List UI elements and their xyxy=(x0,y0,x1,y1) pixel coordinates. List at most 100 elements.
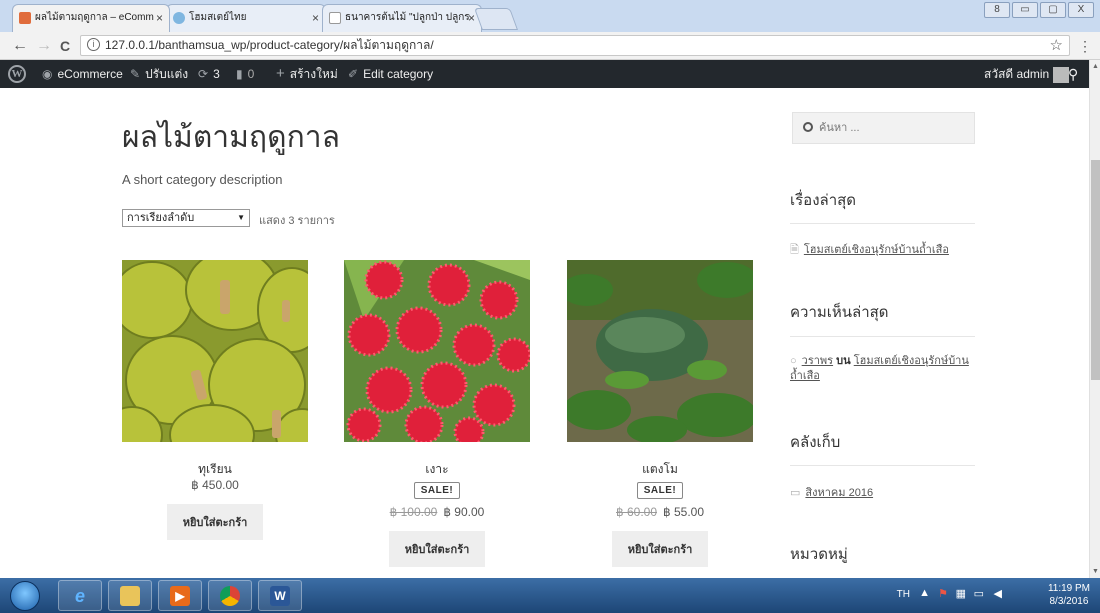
divider xyxy=(790,336,975,337)
admin-greeting: สวัสดี admin xyxy=(984,67,1050,81)
updates-icon: ⟳ xyxy=(198,67,209,81)
scroll-down-icon[interactable]: ▼ xyxy=(1092,568,1099,575)
product-name[interactable]: เงาะ xyxy=(344,460,530,476)
admin-new-link[interactable]: + สร้างใหม่ xyxy=(276,60,338,88)
wordpress-logo-icon[interactable]: W xyxy=(8,65,26,83)
site-info-icon[interactable]: i xyxy=(87,38,100,51)
edit-category-label: Edit category xyxy=(363,67,434,81)
flag-icon[interactable]: ⚑ xyxy=(938,587,948,600)
reload-button[interactable]: C xyxy=(60,36,70,56)
taskbar: e ▶ W TH ▲ ⚑ ▦ ▭ ◀ 11:19 PM 8/3/2016 xyxy=(0,578,1100,613)
back-button[interactable]: ← xyxy=(12,36,28,56)
taskbar-explorer[interactable] xyxy=(108,580,152,611)
archive-link[interactable]: สิงหาคม 2016 xyxy=(805,487,873,499)
regular-price: ฿ 60.00 xyxy=(616,505,657,519)
language-indicator[interactable]: TH xyxy=(897,589,910,600)
bookmark-star-icon[interactable]: ☆ xyxy=(1050,36,1063,55)
page-content: ผลไม้ตามฤดูกาล A short category descript… xyxy=(0,88,1089,578)
close-tab-icon[interactable]: × xyxy=(156,5,163,31)
updates-count: 3 xyxy=(213,67,220,81)
admin-comments-link[interactable]: ▮ 0 xyxy=(236,60,254,88)
product-name[interactable]: แตงโม xyxy=(567,460,753,476)
search-icon xyxy=(803,122,813,132)
taskbar-ie[interactable]: e xyxy=(58,580,102,611)
taskbar-word[interactable]: W xyxy=(258,580,302,611)
rambutan-image[interactable] xyxy=(344,260,530,442)
scrollbar-thumb[interactable] xyxy=(1091,160,1100,380)
user-profile-button[interactable]: 8 xyxy=(984,2,1010,18)
regular-price: ฿ 100.00 xyxy=(389,505,438,519)
display-icon[interactable]: ▭ xyxy=(974,587,984,600)
recent-post-link[interactable]: โฮมสเตย์เชิงอนุรักษ์บ้านถ้ำเสือ xyxy=(804,244,949,256)
current-price: ฿ 450.00 xyxy=(191,478,239,492)
orderby-select[interactable]: การเรียงลำดับ ▼ xyxy=(122,209,250,227)
wordpress-favicon-icon xyxy=(19,12,31,24)
comment-author-link[interactable]: วราพร xyxy=(802,355,833,367)
close-tab-icon[interactable]: × xyxy=(312,5,319,31)
search-input[interactable]: ค้นหา ... xyxy=(792,112,975,144)
tab-current[interactable]: ผลไม้ตามฤดูกาล – eComm × xyxy=(12,4,170,32)
recent-comments-title: ความเห็นล่าสุด xyxy=(790,304,889,321)
pencil-icon: ✐ xyxy=(348,67,359,81)
volume-icon[interactable]: ◀ xyxy=(994,587,1002,600)
tab-homestay[interactable]: โฮมสเตย์ไทย × xyxy=(166,4,326,32)
plus-icon: + xyxy=(276,65,285,82)
chrome-icon xyxy=(220,586,240,606)
result-count: แสดง 3 รายการ xyxy=(259,215,335,227)
scroll-up-icon[interactable]: ▲ xyxy=(1092,63,1099,70)
add-to-cart-button[interactable]: หยิบใส่ตะกร้า xyxy=(611,531,709,567)
clock[interactable]: 11:19 PM 8/3/2016 xyxy=(1048,582,1090,608)
new-tab-button[interactable] xyxy=(473,8,519,30)
sale-badge: SALE! xyxy=(636,482,684,499)
taskbar-media[interactable]: ▶ xyxy=(158,580,202,611)
system-tray: TH ▲ ⚑ ▦ ▭ ◀ 11:19 PM 8/3/2016 xyxy=(890,578,1090,613)
product-card-durian: ทุเรียน ฿ 450.00 หยิบใส่ตะกร้า xyxy=(122,260,308,540)
browser-menu-icon[interactable]: ⋮ xyxy=(1078,38,1092,55)
forward-button[interactable]: → xyxy=(36,36,52,56)
archives-title: คลังเก็บ xyxy=(790,434,841,451)
product-card-watermelon: แตงโม SALE! ฿ 60.00 ฿ 55.00 หยิบใส่ตะกร้า xyxy=(567,260,753,567)
avatar xyxy=(1053,66,1070,83)
show-hidden-icons-icon[interactable]: ▲ xyxy=(919,587,930,599)
page-favicon-icon xyxy=(329,12,341,24)
admin-site-link[interactable]: ◉ eCommerce xyxy=(42,60,123,88)
sale-price: ฿ 90.00 xyxy=(443,505,485,519)
admin-new-label: สร้างใหม่ xyxy=(289,67,338,81)
product-price: ฿ 100.00 ฿ 90.00 xyxy=(344,505,530,519)
clock-date: 8/3/2016 xyxy=(1049,596,1089,607)
maximize-button[interactable]: ▢ xyxy=(1040,2,1066,18)
admin-edit-category-link[interactable]: ✐ Edit category xyxy=(348,60,433,88)
recent-posts-title: เรื่องล่าสุด xyxy=(790,192,857,209)
folder-icon xyxy=(120,586,140,606)
taskbar-chrome[interactable] xyxy=(208,580,252,611)
wp-admin-bar: W ◉ eCommerce ✎ ปรับแต่ง ⟳ 3 ▮ 0 + สร้างใหม่ … xyxy=(0,60,1089,88)
close-window-button[interactable]: X xyxy=(1068,2,1094,18)
admin-account-menu[interactable]: สวัสดี admin xyxy=(984,60,1070,88)
product-price: ฿ 450.00 xyxy=(122,478,308,492)
start-button[interactable] xyxy=(10,581,40,611)
minimize-button[interactable]: ▭ xyxy=(1012,2,1038,18)
divider xyxy=(790,465,975,466)
categories-title: หมวดหมู่ xyxy=(790,546,848,563)
tab-tree-bank[interactable]: ธนาคารต้นไม้ "ปลูกป่า ปลูกร × xyxy=(322,4,482,32)
comment-bubble-icon: ○ xyxy=(790,355,797,367)
add-to-cart-button[interactable]: หยิบใส่ตะกร้า xyxy=(388,531,486,567)
address-bar[interactable]: i 127.0.0.1/banthamsua_wp/product-catego… xyxy=(80,35,1070,56)
admin-search-icon[interactable]: ⚲ xyxy=(1068,60,1078,88)
comment-icon: ▮ xyxy=(236,67,243,81)
add-to-cart-button[interactable]: หยิบใส่ตะกร้า xyxy=(166,504,264,540)
dashboard-icon: ◉ xyxy=(42,67,53,81)
product-price: ฿ 60.00 ฿ 55.00 xyxy=(567,505,753,519)
site-favicon-icon xyxy=(173,12,185,24)
divider xyxy=(790,223,975,224)
admin-updates-link[interactable]: ⟳ 3 xyxy=(198,60,220,88)
admin-customize-link[interactable]: ✎ ปรับแต่ง xyxy=(130,60,188,88)
product-name[interactable]: ทุเรียน xyxy=(122,460,308,476)
durian-image[interactable] xyxy=(122,260,308,442)
watermelon-image[interactable] xyxy=(567,260,753,442)
network-icon[interactable]: ▦ xyxy=(956,587,966,600)
sale-price: ฿ 55.00 xyxy=(663,505,704,519)
page-scrollbar[interactable]: ▲ ▼ xyxy=(1089,60,1100,578)
window-controls: 8 ▭ ▢ X xyxy=(984,2,1094,18)
chevron-down-icon: ▼ xyxy=(237,213,245,222)
